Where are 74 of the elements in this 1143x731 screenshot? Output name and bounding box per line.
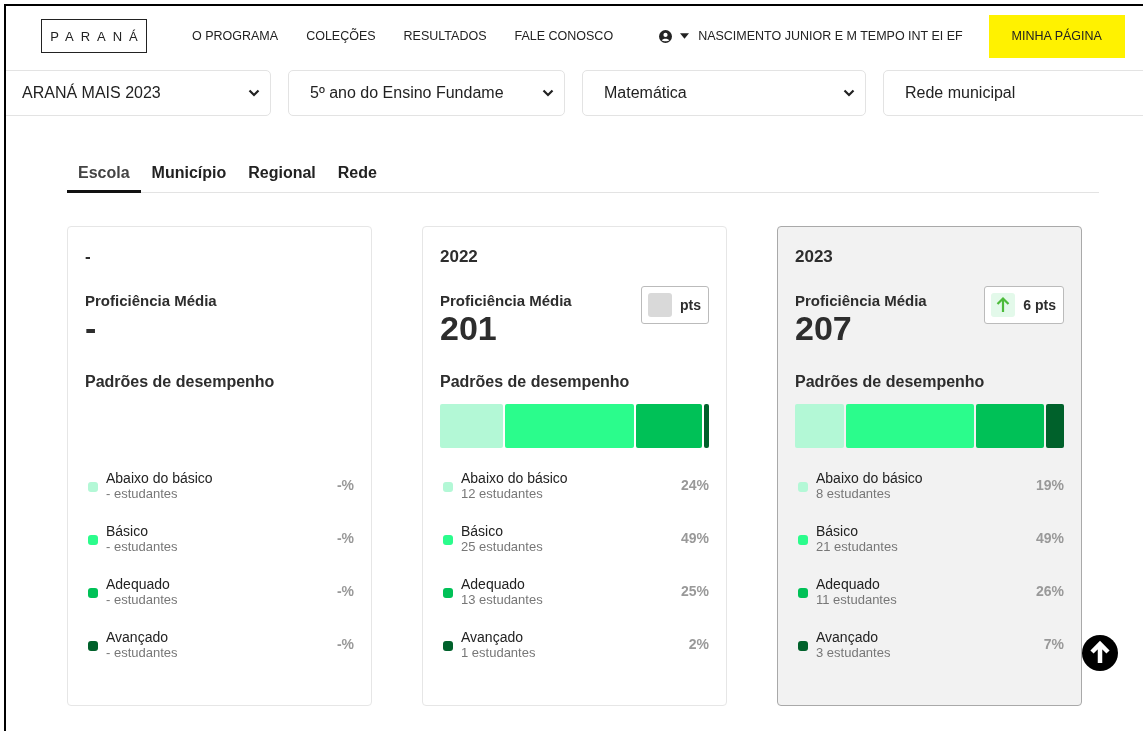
proficiency-value: - xyxy=(85,309,98,347)
tab[interactable]: Regional xyxy=(237,160,327,193)
student-count: - estudantes xyxy=(106,485,179,501)
level-percent: 49% xyxy=(1035,530,1064,546)
section-title: Padrões de desempenho xyxy=(440,373,631,391)
student-count: - estudantes xyxy=(106,591,179,607)
level-name: Adequado xyxy=(816,575,881,592)
user-name[interactable]: NASCIMENTO JUNIOR E M TEMPO INT EI EF xyxy=(698,29,963,43)
card-title: Proficiência Média xyxy=(440,292,572,309)
proficiency-value: 201 xyxy=(440,309,498,347)
level-percent: 24% xyxy=(680,477,709,493)
level-name: Abaixo do básico xyxy=(106,469,214,486)
student-count: - estudantes xyxy=(106,644,179,660)
proficiency-value: 207 xyxy=(795,309,853,347)
student-count: 8 estudantes xyxy=(816,485,892,501)
level-name: Básico xyxy=(106,522,150,539)
card-title: Proficiência Média xyxy=(795,292,927,309)
result-card[interactable]: 2023 Proficiência Média 207 6 pts Padrões de desempenho Abaixo do básico 8 estudantes 19% Básico 21 estudantes 49% Adequado 11 estudantes 26% Avançado 3 estudantes 7% xyxy=(777,226,1082,706)
dropdown[interactable]: ARANÁ MAIS 2023 xyxy=(6,70,271,116)
nav-link[interactable]: O PROGRAMA xyxy=(192,29,279,43)
section-title: Padrões de desempenho xyxy=(795,373,986,391)
tab[interactable]: Escola xyxy=(67,160,141,193)
level-percent: 49% xyxy=(680,530,709,546)
student-count: 21 estudantes xyxy=(816,538,899,554)
level-name: Básico xyxy=(461,522,505,539)
student-count: 1 estudantes xyxy=(461,644,537,660)
logo[interactable]: PARANÁ xyxy=(41,19,147,53)
nav-link[interactable]: COLEÇÕES xyxy=(306,29,376,43)
level-name: Avançado xyxy=(816,628,879,645)
section-title: Padrões de desempenho xyxy=(85,373,276,391)
card-year: 2022 xyxy=(440,247,479,268)
level-name: Avançado xyxy=(106,628,169,645)
level-percent: 26% xyxy=(1035,583,1064,599)
chevron-down-icon xyxy=(843,89,855,97)
scroll-to-top-icon[interactable] xyxy=(1082,635,1118,671)
student-count: 12 estudantes xyxy=(461,485,544,501)
level-percent: -% xyxy=(336,636,354,652)
level-percent: 25% xyxy=(680,583,709,599)
dropdown[interactable]: 5º ano do Ensino Fundame xyxy=(288,70,565,116)
level-name: Abaixo do básico xyxy=(816,469,924,486)
student-count: - estudantes xyxy=(106,538,179,554)
level-percent: 7% xyxy=(1043,636,1064,652)
level-percent: -% xyxy=(336,477,354,493)
level-name: Abaixo do básico xyxy=(461,469,569,486)
dropdown[interactable]: Matemática xyxy=(582,70,866,116)
points-badge: pts xyxy=(641,286,709,324)
student-count: 13 estudantes xyxy=(461,591,544,607)
tab[interactable]: Município xyxy=(140,160,238,193)
level-percent: 2% xyxy=(688,636,709,652)
student-count: 3 estudantes xyxy=(816,644,892,660)
card-year: - xyxy=(85,247,92,268)
level-percent: 19% xyxy=(1035,477,1064,493)
dropdown[interactable]: Rede municipal xyxy=(883,70,1143,116)
card-title: Proficiência Média xyxy=(85,292,217,309)
level-percent: -% xyxy=(336,583,354,599)
student-count: 11 estudantes xyxy=(816,591,898,607)
chevron-down-icon xyxy=(542,89,554,97)
level-name: Adequado xyxy=(106,575,171,592)
level-name: Adequado xyxy=(461,575,526,592)
nav-link[interactable]: RESULTADOS xyxy=(403,29,487,43)
level-name: Básico xyxy=(816,522,860,539)
level-percent: -% xyxy=(336,530,354,546)
student-count: 25 estudantes xyxy=(461,538,544,554)
nav-link[interactable]: FALE CONOSCO xyxy=(514,29,614,43)
caret-icon[interactable] xyxy=(680,33,690,39)
points-badge: 6 pts xyxy=(984,286,1064,324)
level-name: Avançado xyxy=(461,628,524,645)
card-year: 2023 xyxy=(795,247,834,268)
chevron-down-icon xyxy=(248,89,260,97)
result-card[interactable]: - Proficiência Média - Padrões de desempenho Abaixo do básico - estudantes -% Básico - estudantes -% Adequado - estudantes -% Avançado - estudantes -% xyxy=(67,226,372,706)
my-page-button[interactable]: MINHA PÁGINA xyxy=(988,14,1125,58)
result-card[interactable]: 2022 Proficiência Média 201 pts Padrões de desempenho Abaixo do básico 12 estudantes 24% Básico 25 estudantes 49% Adequado 13 estudantes 25% Avançado 1 estudantes 2% xyxy=(422,226,727,706)
user-icon[interactable] xyxy=(659,29,673,43)
tab[interactable]: Rede xyxy=(326,160,388,193)
